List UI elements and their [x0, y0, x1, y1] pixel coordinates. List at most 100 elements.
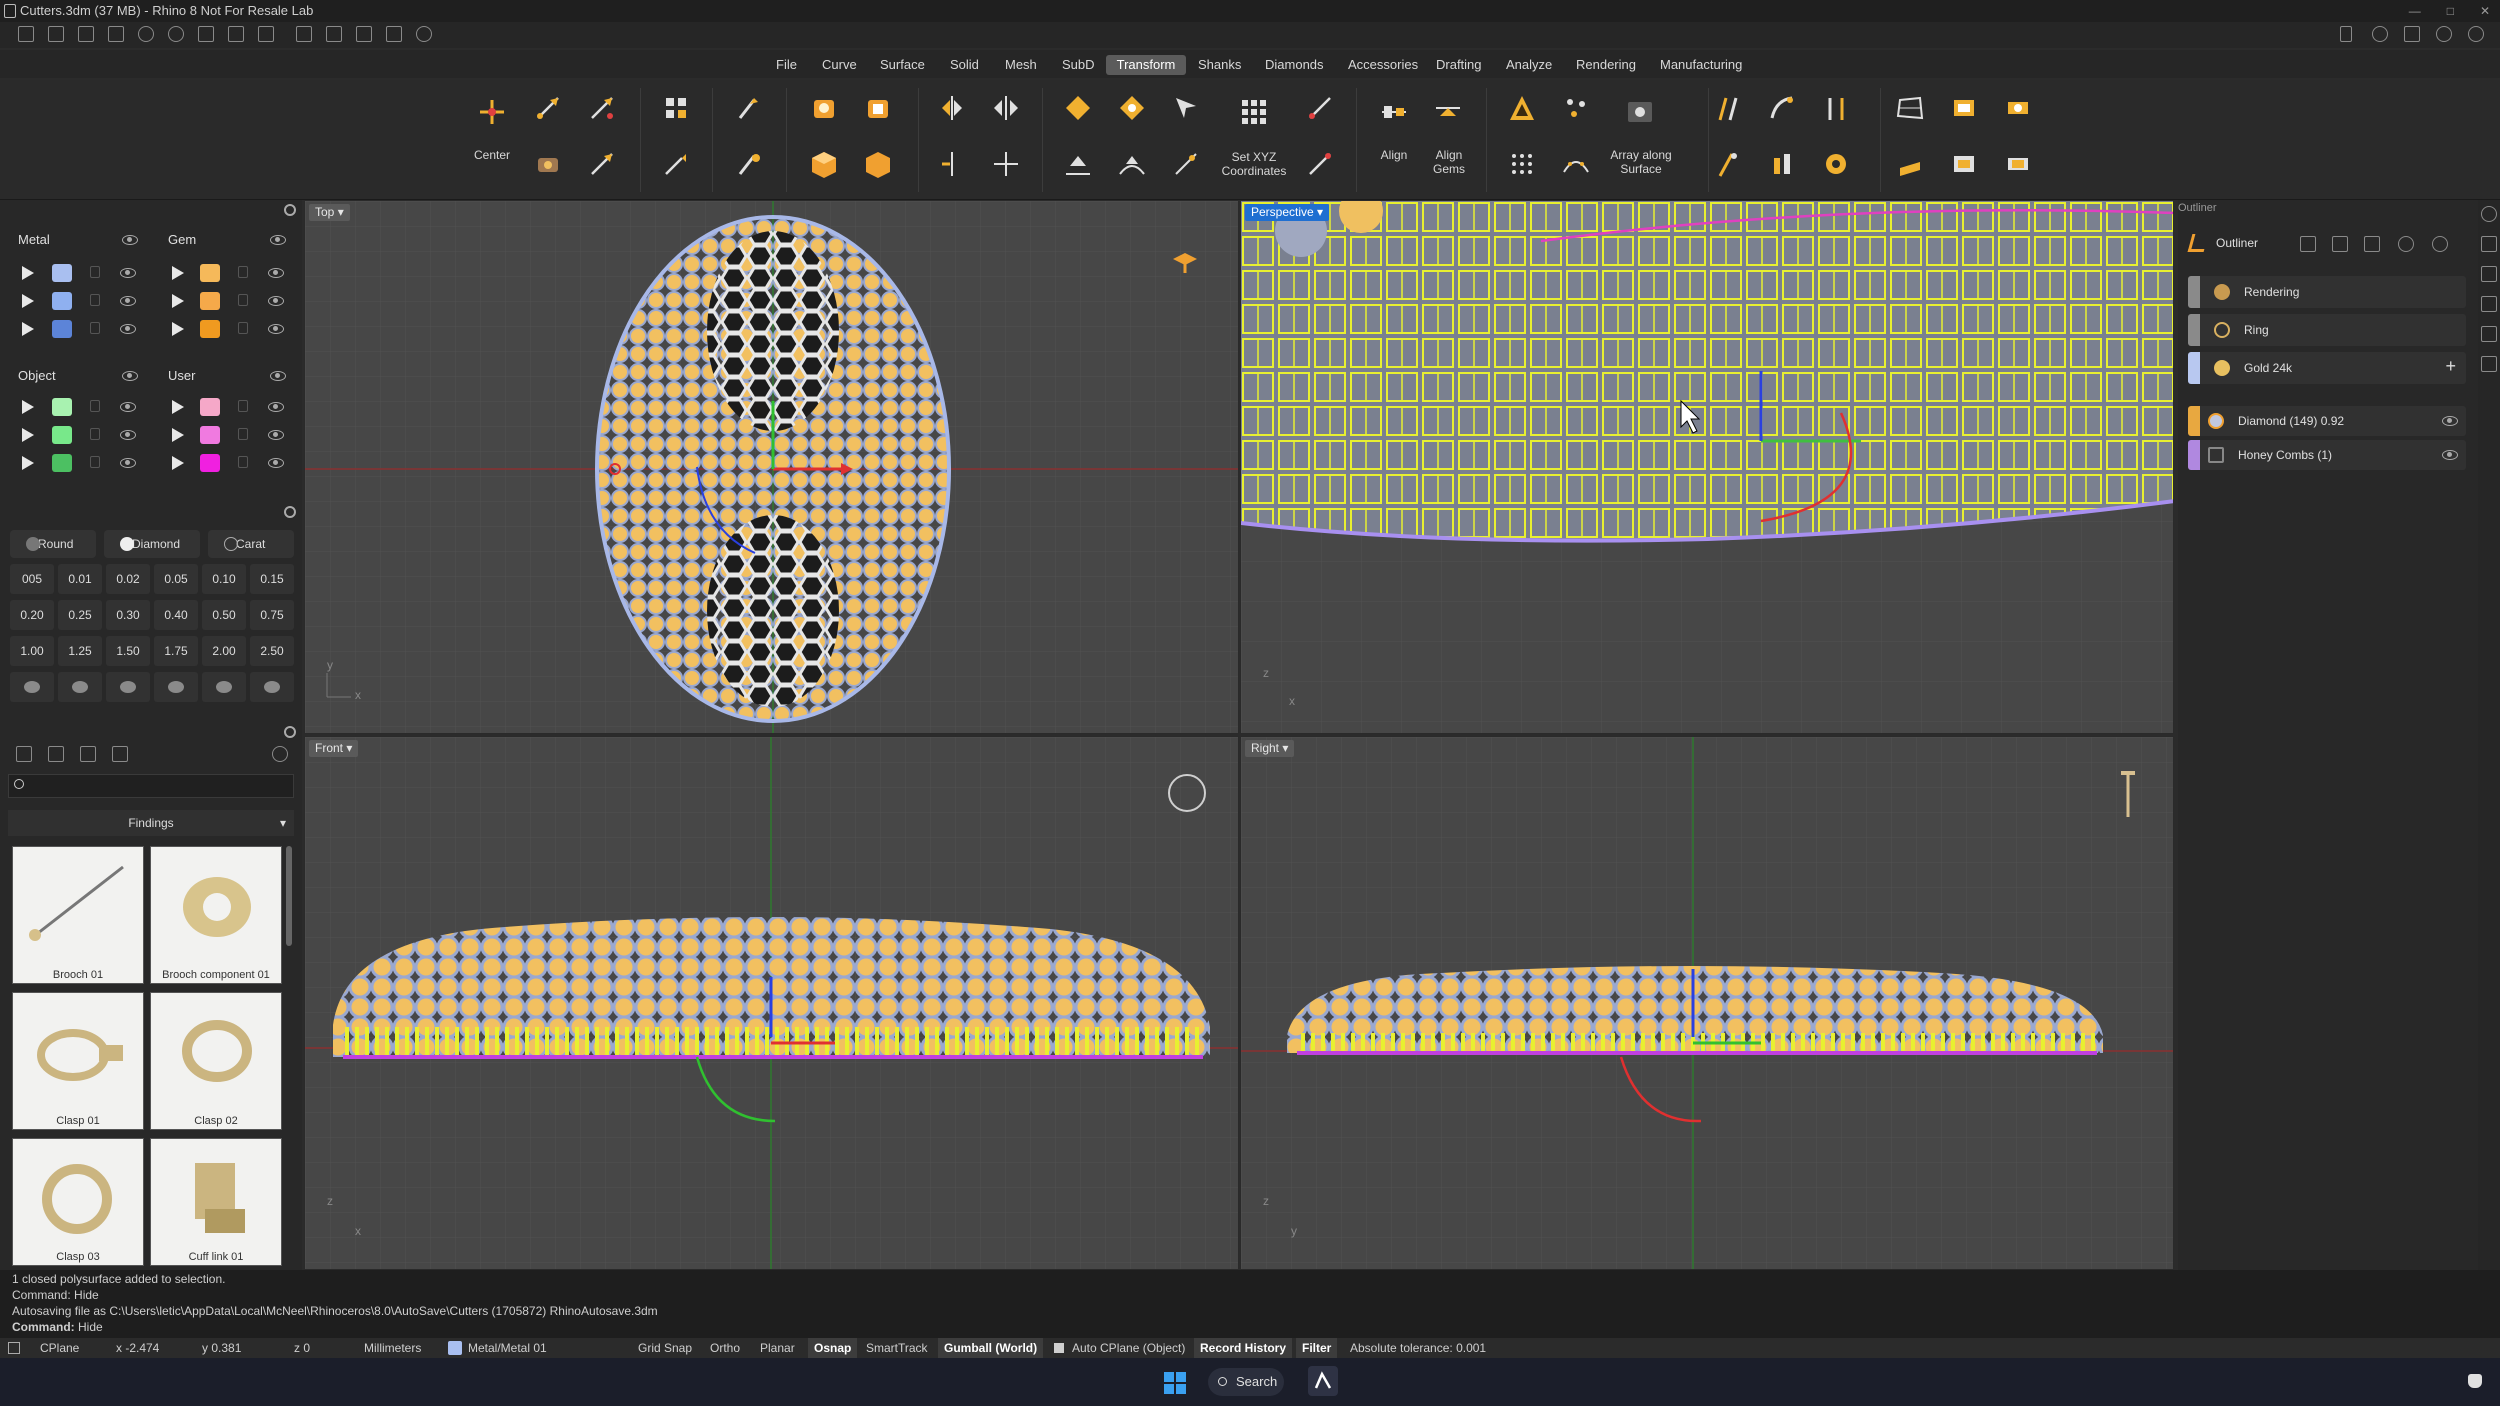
sporph-button[interactable] [1998, 88, 2038, 128]
gem-size-button[interactable]: 0.01 [58, 564, 102, 594]
cage-edit-button[interactable] [1890, 88, 1930, 128]
osnap-toggle[interactable]: Osnap [808, 1338, 858, 1358]
package-icon[interactable] [2404, 26, 2420, 42]
eye-icon[interactable] [268, 402, 284, 412]
eye-icon[interactable] [120, 458, 136, 468]
gem-size-button[interactable]: 0.02 [106, 564, 150, 594]
user-visibility-icon[interactable] [270, 371, 286, 381]
settings-icon[interactable] [2436, 26, 2452, 42]
gem-size-button[interactable]: 1.00 [10, 636, 54, 666]
eye-icon[interactable] [268, 268, 284, 278]
finding-thumbnail[interactable]: Brooch component 01 [150, 846, 282, 984]
orient-button[interactable] [528, 144, 568, 184]
box-button[interactable] [858, 144, 898, 184]
tab-subd[interactable]: SubD [1054, 55, 1103, 75]
array-button[interactable] [656, 88, 696, 128]
current-layer[interactable]: Metal/Metal 01 [468, 1338, 547, 1358]
tab-surface[interactable]: Surface [872, 55, 933, 75]
refresh-icon[interactable] [272, 746, 288, 762]
tab-analyze[interactable]: Analyze [1498, 55, 1560, 75]
set-xyz-button[interactable] [1234, 92, 1274, 132]
gem-size-button[interactable]: 0.15 [250, 564, 294, 594]
render-icon[interactable] [2481, 326, 2497, 342]
eye-icon[interactable] [120, 296, 136, 306]
eye-icon[interactable] [268, 324, 284, 334]
right-viewport[interactable]: z y Right ▾ [1240, 736, 2174, 1270]
eye-icon[interactable] [268, 430, 284, 440]
undo-icon[interactable] [138, 26, 154, 42]
cube-button[interactable] [804, 144, 844, 184]
gem-size-button[interactable]: 1.25 [58, 636, 102, 666]
front-viewport-label[interactable]: Front ▾ [309, 740, 359, 757]
units-status[interactable]: Millimeters [364, 1338, 421, 1358]
top-viewport[interactable]: y x Top ▾ [304, 200, 1239, 734]
refresh-icon[interactable] [2398, 236, 2414, 252]
play-icon[interactable] [22, 322, 34, 336]
open-folder-icon[interactable] [108, 26, 124, 42]
eye-icon[interactable] [268, 458, 284, 468]
outliner-item[interactable]: Gold 24k + [2188, 352, 2466, 384]
array-surface-button[interactable] [1620, 92, 1660, 132]
lock-icon[interactable] [238, 428, 248, 440]
finding-thumbnail[interactable]: Cuff link 01 [150, 1138, 282, 1266]
front-viewport[interactable]: z x Front ▾ [304, 736, 1239, 1270]
tab-drafting[interactable]: Drafting [1428, 55, 1490, 75]
diamond-tab[interactable]: Diamond [104, 530, 200, 558]
notification-icon[interactable] [2468, 1374, 2482, 1388]
mesh-flow-button[interactable] [1944, 144, 1984, 184]
lock-icon[interactable] [238, 266, 248, 278]
pick-button[interactable] [1166, 88, 1206, 128]
split-mirror-button[interactable] [986, 144, 1026, 184]
gem-size-button[interactable]: 1.50 [106, 636, 150, 666]
display-icon[interactable] [2481, 356, 2497, 372]
layer-color-swatch[interactable] [52, 398, 72, 416]
tab-file[interactable]: File [768, 55, 805, 75]
cplane-status[interactable]: CPlane [40, 1338, 79, 1358]
gem-size-button[interactable]: 0.10 [202, 564, 246, 594]
help-icon[interactable] [2468, 26, 2484, 42]
planar-toggle[interactable]: Planar [760, 1338, 795, 1358]
grid-view-icon[interactable] [112, 746, 128, 762]
gem-size-button[interactable]: 0.40 [154, 600, 198, 630]
eye-icon[interactable] [268, 296, 284, 306]
grid-snap-toggle[interactable]: Grid Snap [638, 1338, 692, 1358]
smart-copy-button[interactable] [1300, 144, 1340, 184]
info-icon[interactable] [2372, 26, 2388, 42]
eye-icon[interactable] [120, 402, 136, 412]
eye-icon[interactable] [120, 324, 136, 334]
layer-color-swatch[interactable] [200, 426, 220, 444]
gem-settings-icon[interactable] [284, 506, 296, 518]
taper-button[interactable] [1708, 144, 1748, 184]
gem-gauge-button[interactable] [804, 88, 844, 128]
print-icon[interactable] [258, 26, 274, 42]
gem-shape-round-button[interactable] [10, 672, 54, 702]
round-tab[interactable]: Round [10, 530, 96, 558]
panel-settings-icon[interactable] [284, 204, 296, 216]
maximize-button[interactable]: □ [2447, 0, 2454, 22]
gem-size-button[interactable]: 0.05 [154, 564, 198, 594]
copy-button[interactable] [582, 88, 622, 128]
tab-mesh[interactable]: Mesh [997, 55, 1045, 75]
tab-curve[interactable]: Curve [814, 55, 865, 75]
status-toggle-icon[interactable] [8, 1342, 20, 1354]
gem-shape-marquise-button[interactable] [154, 672, 198, 702]
play-icon[interactable] [22, 266, 34, 280]
auto-cplane-toggle[interactable]: Auto CPlane (Object) [1072, 1338, 1185, 1358]
play-icon[interactable] [172, 456, 184, 470]
rotate-button[interactable] [582, 144, 622, 184]
gumball-icon[interactable] [416, 26, 432, 42]
curve-tool-icon[interactable] [2481, 266, 2497, 282]
flip-button[interactable] [986, 88, 1026, 128]
layer-color-swatch[interactable] [200, 320, 220, 338]
help-icon[interactable] [2432, 236, 2448, 252]
layers-icon[interactable] [2481, 296, 2497, 312]
command-prompt[interactable]: Command: Hide [12, 1320, 103, 1334]
play-icon[interactable] [22, 428, 34, 442]
curve-array-button[interactable] [1556, 144, 1596, 184]
finding-thumbnail[interactable]: Clasp 01 [12, 992, 144, 1130]
gem-size-button[interactable]: 2.00 [202, 636, 246, 666]
finding-thumbnail[interactable]: Brooch 01 [12, 846, 144, 984]
maelstrom-button[interactable] [1816, 144, 1856, 184]
lock-icon[interactable] [90, 428, 100, 440]
library-scrollbar[interactable] [286, 846, 292, 946]
